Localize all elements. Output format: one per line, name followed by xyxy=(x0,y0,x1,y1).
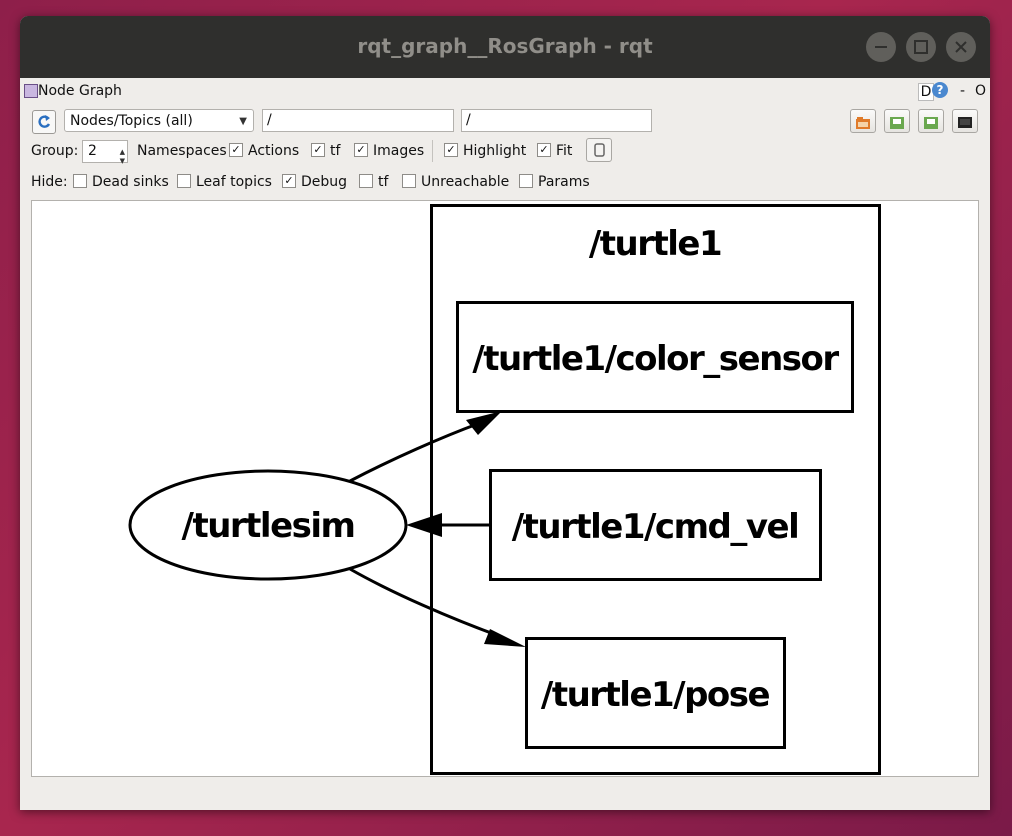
edge-cmd-vel-to-turtlesim xyxy=(406,513,490,537)
tf-checkbox[interactable]: ✓ xyxy=(311,143,325,157)
group-spinbox[interactable]: 2 ▲ ▼ xyxy=(82,140,128,165)
chevron-down-icon: ▼ xyxy=(239,116,247,127)
hide-label: Hide: xyxy=(31,174,68,190)
node-turtlesim[interactable]: /turtlesim xyxy=(128,469,408,581)
group-label: Group: xyxy=(31,143,79,159)
edge-turtlesim-to-color-sensor xyxy=(349,411,502,483)
tf-label: tf xyxy=(330,143,341,159)
graph-toolbar: Nodes/Topics (all) ▼ / / xyxy=(20,106,990,136)
params-label: Params xyxy=(538,174,590,190)
panel-title: Node Graph xyxy=(38,83,122,99)
options-separator xyxy=(432,140,433,162)
leaf-topics-checkbox[interactable] xyxy=(177,174,191,188)
fit-label: Fit xyxy=(556,143,573,159)
topic-cmd-vel-label: /turtle1/cmd_vel xyxy=(512,507,798,547)
graph-type-value: Nodes/Topics (all) xyxy=(70,113,193,129)
cluster-label: /turtle1 xyxy=(589,224,721,264)
debug-label: Debug xyxy=(301,174,348,190)
help-icon[interactable]: ? xyxy=(932,82,948,98)
hide-row: Hide: Dead sinks Leaf topics ✓ Debug tf … xyxy=(20,169,990,195)
actions-checkbox[interactable]: ✓ xyxy=(229,143,243,157)
namespaces-label: Namespaces xyxy=(137,143,227,159)
close-panel-button[interactable]: O xyxy=(975,83,986,99)
save-svg-button[interactable] xyxy=(918,109,944,133)
graph-canvas[interactable]: /turtle1 /turtle1/color_sensor /turtle1/… xyxy=(31,200,979,777)
open-folder-icon xyxy=(856,114,870,129)
graph-type-select[interactable]: Nodes/Topics (all) ▼ xyxy=(64,109,254,132)
close-icon[interactable] xyxy=(946,32,976,62)
dead-sinks-checkbox[interactable] xyxy=(73,174,87,188)
topic-cmd-vel[interactable]: /turtle1/cmd_vel xyxy=(489,469,822,581)
window-titlebar[interactable]: rqt_graph__RosGraph - rqt xyxy=(20,16,990,78)
debug-checkbox[interactable]: ✓ xyxy=(282,174,296,188)
group-value: 2 xyxy=(88,143,97,159)
unreachable-checkbox[interactable] xyxy=(402,174,416,188)
maximize-icon[interactable] xyxy=(906,32,936,62)
params-checkbox[interactable] xyxy=(519,174,533,188)
topic-filter-input[interactable]: / xyxy=(461,109,652,132)
load-dot-button[interactable] xyxy=(850,109,876,133)
images-checkbox[interactable]: ✓ xyxy=(354,143,368,157)
topic-pose-label: /turtle1/pose xyxy=(541,675,770,715)
node-graph-plugin-icon xyxy=(24,84,38,98)
save-dot-icon xyxy=(890,114,904,129)
hide-tf-label: tf xyxy=(378,174,389,190)
save-image-button[interactable] xyxy=(952,109,978,133)
node-filter-input[interactable]: / xyxy=(262,109,454,132)
topic-color-sensor-label: /turtle1/color_sensor xyxy=(472,339,839,379)
leaf-topics-label: Leaf topics xyxy=(196,174,272,190)
save-dot-button[interactable] xyxy=(884,109,910,133)
panel-header: Node Graph D ? - O xyxy=(20,80,990,104)
save-svg-icon xyxy=(924,114,938,129)
dead-sinks-label: Dead sinks xyxy=(92,174,169,190)
options-row: Group: 2 ▲ ▼ Namespaces ✓ Actions ✓ tf ✓… xyxy=(20,138,990,165)
fit-in-view-button[interactable] xyxy=(586,138,612,162)
unreachable-label: Unreachable xyxy=(421,174,510,190)
rqt-window: rqt_graph__RosGraph - rqt Node Graph D ?… xyxy=(20,16,990,810)
fit-checkbox[interactable]: ✓ xyxy=(537,143,551,157)
highlight-label: Highlight xyxy=(463,143,527,159)
images-label: Images xyxy=(373,143,425,159)
fit-view-icon xyxy=(594,143,605,157)
highlight-checkbox[interactable]: ✓ xyxy=(444,143,458,157)
window-title: rqt_graph__RosGraph - rqt xyxy=(357,34,653,58)
screen-icon xyxy=(958,114,972,128)
hide-tf-checkbox[interactable] xyxy=(359,174,373,188)
refresh-button[interactable] xyxy=(32,110,56,134)
node-turtlesim-label: /turtlesim xyxy=(182,506,355,546)
topic-color-sensor[interactable]: /turtle1/color_sensor xyxy=(456,301,854,413)
minimize-icon[interactable] xyxy=(866,32,896,62)
minimize-panel-button[interactable]: - xyxy=(960,83,965,99)
actions-label: Actions xyxy=(248,143,300,159)
topic-pose[interactable]: /turtle1/pose xyxy=(525,637,786,749)
refresh-icon xyxy=(38,115,51,128)
